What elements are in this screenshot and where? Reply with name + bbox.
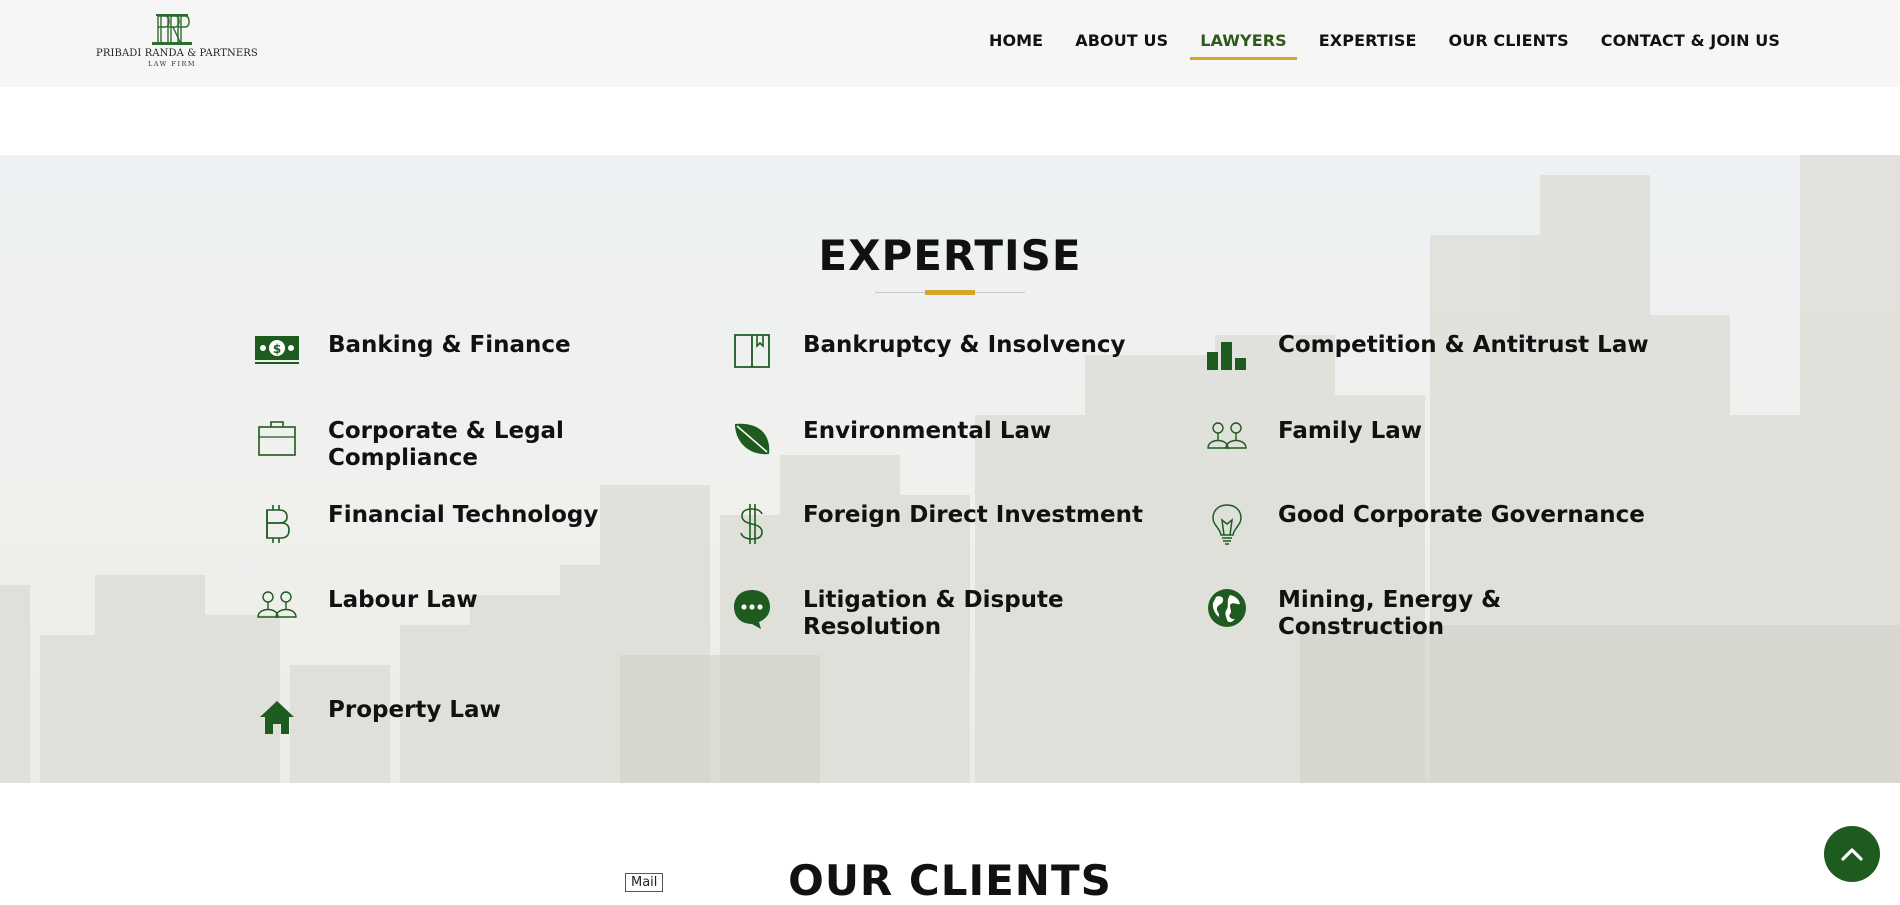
chat-bubble-icon bbox=[728, 587, 776, 635]
expertise-item[interactable]: Foreign Direct Investment bbox=[728, 502, 1183, 550]
expertise-label: Litigation & Dispute Resolution bbox=[803, 587, 1064, 640]
lightbulb-icon bbox=[1203, 502, 1251, 550]
expertise-label: Corporate & Legal Compliance bbox=[328, 418, 564, 471]
logo-firm-name: PRIBADI RANDA & PARTNERS bbox=[96, 48, 258, 59]
house-icon bbox=[253, 697, 301, 745]
nav-lawyers[interactable]: LAWYERS bbox=[1184, 30, 1303, 60]
expertise-label: Environmental Law bbox=[803, 418, 1052, 444]
logo-subtitle: LAW FIRM bbox=[147, 60, 197, 68]
expertise-label: Foreign Direct Investment bbox=[803, 502, 1143, 528]
title-divider-accent bbox=[925, 290, 975, 295]
expertise-label: Banking & Finance bbox=[328, 332, 571, 358]
expertise-label: Competition & Antitrust Law bbox=[1278, 332, 1649, 358]
logo-mark bbox=[152, 14, 192, 45]
firm-logo[interactable]: PRIBADI RANDA & PARTNERS LAW FIRM bbox=[96, 12, 258, 72]
mail-tag[interactable]: Mail bbox=[625, 873, 664, 892]
expertise-item[interactable]: $ Banking & Finance bbox=[253, 332, 708, 380]
svg-text:$: $ bbox=[273, 342, 281, 356]
expertise-title: EXPERTISE bbox=[818, 231, 1082, 280]
expertise-item[interactable]: Corporate & Legal Compliance bbox=[253, 418, 708, 472]
book-icon bbox=[728, 332, 776, 380]
briefcase-icon bbox=[253, 418, 301, 466]
expertise-item[interactable]: Family Law bbox=[1203, 418, 1658, 466]
scroll-to-top-button[interactable] bbox=[1824, 826, 1880, 882]
main-nav: HOME ABOUT US LAWYERS EXPERTISE OUR CLIE… bbox=[973, 30, 1796, 60]
chevron-up-icon bbox=[1841, 848, 1863, 861]
expertise-item[interactable]: Bankruptcy & Insolvency bbox=[728, 332, 1183, 380]
nav-about-us[interactable]: ABOUT US bbox=[1059, 30, 1184, 60]
expertise-label: Good Corporate Governance bbox=[1278, 502, 1645, 528]
expertise-item[interactable]: Environmental Law bbox=[728, 418, 1183, 466]
expertise-section: EXPERTISE $ Banking & Finance Bankruptcy… bbox=[0, 155, 1900, 783]
expertise-item[interactable]: Mining, Energy & Construction bbox=[1203, 587, 1658, 641]
expertise-item[interactable]: Competition & Antitrust Law bbox=[1203, 332, 1658, 380]
bar-chart-icon bbox=[1203, 332, 1251, 380]
expertise-label: Family Law bbox=[1278, 418, 1423, 444]
expertise-item[interactable]: Financial Technology bbox=[253, 502, 708, 550]
expertise-label: Labour Law bbox=[328, 587, 478, 613]
banknote-icon: $ bbox=[253, 332, 301, 380]
dollar-icon bbox=[728, 502, 776, 550]
nav-expertise[interactable]: EXPERTISE bbox=[1303, 30, 1433, 60]
expertise-label: Property Law bbox=[328, 697, 501, 723]
nav-contact-join-us[interactable]: CONTACT & JOIN US bbox=[1585, 30, 1796, 60]
globe-icon bbox=[1203, 587, 1251, 635]
expertise-label: Financial Technology bbox=[328, 502, 599, 528]
nav-our-clients[interactable]: OUR CLIENTS bbox=[1433, 30, 1585, 60]
expertise-label: Bankruptcy & Insolvency bbox=[803, 332, 1126, 358]
expertise-item[interactable]: Labour Law bbox=[253, 587, 708, 635]
bitcoin-icon bbox=[253, 502, 301, 550]
site-header: PRIBADI RANDA & PARTNERS LAW FIRM HOME A… bbox=[0, 0, 1900, 87]
people-icon bbox=[1203, 418, 1251, 466]
clients-title: OUR CLIENTS bbox=[788, 856, 1112, 905]
expertise-item[interactable]: Good Corporate Governance bbox=[1203, 502, 1658, 550]
expertise-label: Mining, Energy & Construction bbox=[1278, 587, 1502, 640]
leaf-icon bbox=[728, 418, 776, 466]
expertise-item[interactable]: Property Law bbox=[253, 697, 708, 745]
people-icon bbox=[253, 587, 301, 635]
nav-home[interactable]: HOME bbox=[973, 30, 1059, 60]
expertise-item[interactable]: Litigation & Dispute Resolution bbox=[728, 587, 1183, 641]
